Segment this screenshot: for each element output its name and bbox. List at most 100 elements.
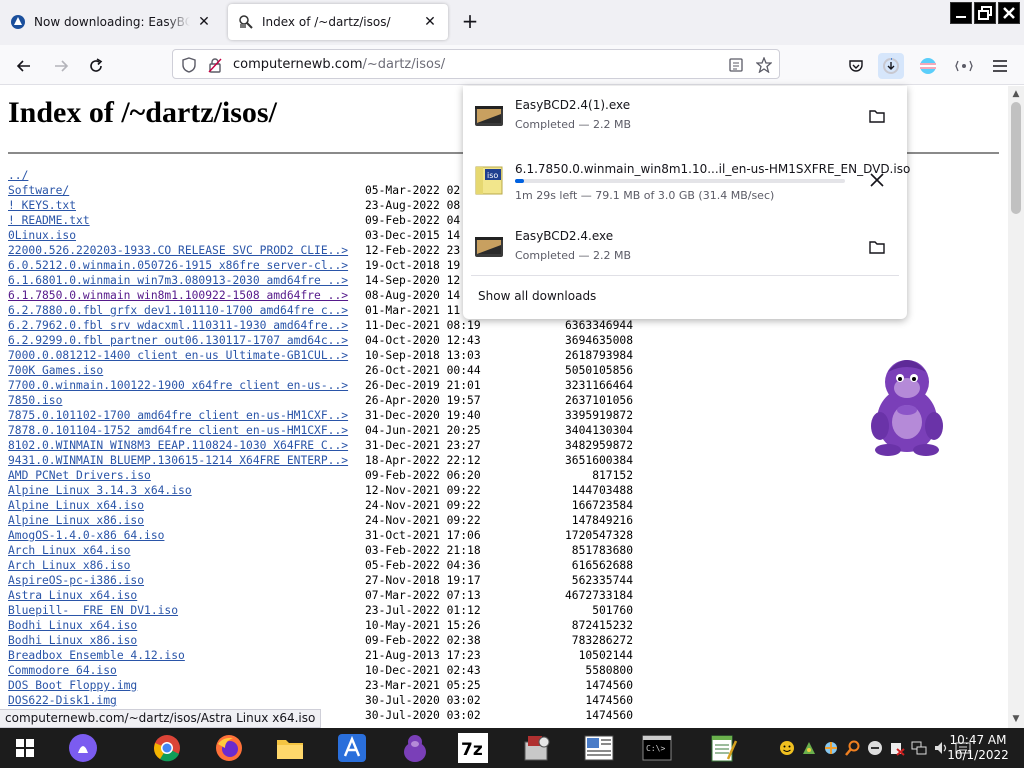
scroll-thumb[interactable] (1011, 102, 1021, 214)
scroll-up-icon[interactable]: ▲ (1011, 89, 1021, 99)
file-link[interactable]: 6.2.7962.0.fbl srv wdacxml.110311-1930 a… (8, 318, 365, 333)
tray-app-icon[interactable] (800, 739, 818, 757)
new-tab-button[interactable]: + (458, 10, 482, 34)
table-row: 7850.iso 26-Apr-2020 19:57 2637101056 (8, 393, 633, 408)
tab-downloading[interactable]: Now downloading: EasyBCD 2.4 ✕ (0, 4, 222, 40)
file-link[interactable]: Alpine Linux x64.iso (8, 498, 365, 513)
table-row: Alpine Linux x64.iso 24-Nov-2021 09:22 166… (8, 498, 633, 513)
close-window-icon[interactable] (998, 2, 1020, 24)
file-link[interactable]: Astra Linux x64.iso (8, 588, 365, 603)
file-link[interactable]: 6.0.5212.0.winmain.050726-1915 x86fre se… (8, 258, 365, 273)
close-tab-icon[interactable]: ✕ (196, 14, 212, 30)
document-viewer-icon[interactable] (582, 732, 616, 764)
extension-icon[interactable] (951, 53, 977, 79)
lock-warning-icon[interactable] (206, 56, 224, 74)
file-link[interactable]: 22000.526.220203-1933.CO RELEASE SVC PRO… (8, 243, 365, 258)
file-link[interactable]: Bodhi Linux x64.iso (8, 618, 365, 633)
notepad-icon[interactable] (706, 732, 740, 764)
file-link[interactable]: DOS Boot Floppy.img (8, 678, 365, 693)
close-tab-icon[interactable]: ✕ (422, 14, 438, 30)
file-link[interactable]: Arch Linux x86.iso (8, 558, 365, 573)
menu-hamburger-icon[interactable] (987, 53, 1013, 79)
folder-icon[interactable] (867, 237, 887, 257)
file-link[interactable]: ../ (8, 168, 365, 183)
restore-icon[interactable] (974, 2, 996, 24)
emoji-app-icon[interactable] (778, 739, 796, 757)
file-link[interactable]: 9431.0.WINMAIN BLUEMP.130615-1214 X64FRE… (8, 453, 365, 468)
file-link[interactable]: 7878.0.101104-1752 amd64fre client en-us… (8, 423, 365, 438)
file-link[interactable]: 6.2.9299.0.fbl partner out06.130117-1707… (8, 333, 365, 348)
bookmark-star-icon[interactable] (755, 56, 773, 74)
network-icon[interactable] (910, 739, 928, 757)
shield-icon[interactable] (180, 56, 198, 74)
profile-flag-icon[interactable] (915, 53, 941, 79)
folder-icon[interactable] (867, 106, 887, 126)
file-link[interactable]: 7875.0.101102-1700 amd64fre client en-us… (8, 408, 365, 423)
table-row: 7878.0.101104-1752 amd64fre client en-us… (8, 423, 633, 438)
file-date: 27-Nov-2018 19:17 (365, 574, 481, 587)
file-link[interactable]: Commodore 64.iso (8, 663, 365, 678)
download-item[interactable]: EasyBCD2.4.exe Completed — 2.2 MB (471, 219, 899, 275)
file-link[interactable]: DOS622-Disk1.img (8, 693, 365, 708)
windows-start-icon[interactable] (8, 732, 42, 764)
file-link[interactable]: 8102.0.WINMAIN WIN8M3 EEAP.110824-1030 X… (8, 438, 365, 453)
command-prompt-icon[interactable]: C:\> (640, 732, 674, 764)
file-link[interactable]: ! KEYS.txt (8, 198, 365, 213)
file-link[interactable]: 6.1.7850.0.winmain win8m1.100922-1508 am… (8, 288, 365, 303)
download-item[interactable]: EasyBCD2.4(1).exe Completed — 2.2 MB (471, 88, 899, 144)
file-link[interactable]: AMD PCNet Drivers.iso (8, 468, 365, 483)
download-progress-bar (515, 179, 845, 183)
file-link[interactable]: 7700.0.winmain.100122-1900 x64fre client… (8, 378, 365, 393)
file-link[interactable]: Arch Linux x64.iso (8, 543, 365, 558)
file-link[interactable]: Breadbox Ensemble 4.12.iso (8, 648, 365, 663)
reader-view-icon[interactable] (727, 56, 745, 74)
clock[interactable]: 10:47 AM 10/1/2022 (944, 733, 1012, 763)
minimize-icon[interactable] (950, 2, 972, 24)
file-link[interactable]: Bodhi Linux x86.iso (8, 633, 365, 648)
reload-icon[interactable] (83, 53, 109, 79)
file-link[interactable]: 6.2.7880.0.fbl grfx dev1.101110-1700 amd… (8, 303, 365, 318)
tray-app-icon[interactable] (822, 739, 840, 757)
tray-search-icon[interactable] (844, 739, 862, 757)
file-link[interactable]: 0Linux.iso (8, 228, 365, 243)
7zip-icon[interactable]: 7z (456, 732, 490, 764)
file-size: 1720547328 (564, 529, 633, 542)
file-link[interactable]: 700K Games.iso (8, 363, 365, 378)
show-all-downloads-button[interactable]: Show all downloads (478, 289, 596, 303)
file-link[interactable]: ! README.txt (8, 213, 365, 228)
file-date: 23-Mar-2021 05:25 (365, 679, 481, 692)
tray-app-icon[interactable] (888, 739, 906, 757)
acrobat-like-icon[interactable] (335, 732, 369, 764)
file-link[interactable]: 7850.iso (8, 393, 365, 408)
file-link[interactable]: Software/ (8, 183, 365, 198)
pocket-icon[interactable] (843, 53, 869, 79)
scroll-down-icon[interactable]: ▼ (1011, 714, 1021, 724)
file-link[interactable]: AmogOS-1.4.0-x86 64.iso (8, 528, 365, 543)
back-icon[interactable] (11, 53, 37, 79)
table-row: Alpine Linux 3.14.3 x64.iso 12-Nov-2021 0… (8, 483, 633, 498)
cortana-icon[interactable] (66, 732, 100, 764)
file-link[interactable]: Alpine Linux x86.iso (8, 513, 365, 528)
chrome-icon[interactable] (150, 732, 184, 764)
file-link[interactable]: 6.1.6801.0.winmain win7m3.080913-2030 am… (8, 273, 365, 288)
bonzi-icon[interactable] (398, 732, 432, 764)
file-link[interactable]: Alpine Linux 3.14.3 x64.iso (8, 483, 365, 498)
page-scrollbar[interactable]: ▲ ▼ (1008, 86, 1024, 728)
download-item-in-progress[interactable]: iso 6.1.7850.0.winmain_win8m1.10...il_en… (471, 152, 910, 208)
file-link[interactable]: Bluepill- FRE EN DV1.iso (8, 603, 365, 618)
file-link[interactable]: AspireOS-pc-i386.iso (8, 573, 365, 588)
firefox-icon[interactable] (212, 732, 246, 764)
file-explorer-icon[interactable] (273, 732, 307, 764)
file-link[interactable]: 7000.0.081212-1400 client en-us Ultimate… (8, 348, 365, 363)
file-date: 05-Feb-2022 04:36 (365, 559, 481, 572)
tray-app-icon[interactable] (866, 739, 884, 757)
forward-icon[interactable] (48, 53, 74, 79)
downloads-icon[interactable] (878, 53, 904, 79)
installer-icon[interactable] (520, 732, 554, 764)
file-size: 4672733184 (564, 589, 633, 602)
cancel-icon[interactable] (867, 170, 887, 190)
url-bar[interactable]: computernewb.com/~dartz/isos/ (172, 49, 780, 79)
tab-index[interactable]: Index of /~dartz/isos/ ✕ (228, 4, 448, 40)
file-date: 04-Oct-2020 12:43 (365, 334, 481, 347)
bonzi-mascot[interactable] (866, 352, 948, 458)
